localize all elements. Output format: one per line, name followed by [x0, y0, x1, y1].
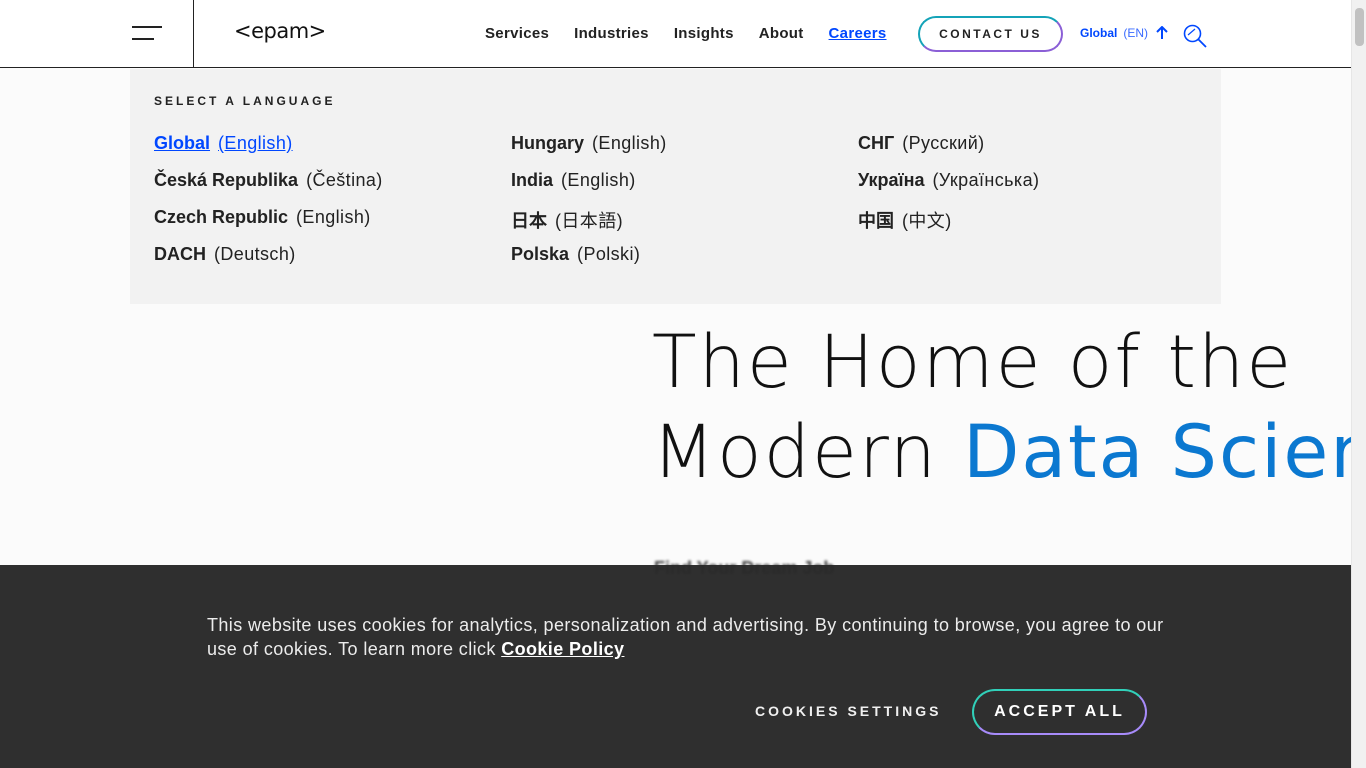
language-selector[interactable]: Global (EN) [1080, 26, 1168, 40]
hero-line-2: Modern Data Scien [652, 408, 1351, 498]
language-option-czech-republic[interactable]: Czech Republic (English) [154, 207, 383, 244]
language-option-india[interactable]: India (English) [511, 170, 667, 207]
language-option-dach[interactable]: DACH (Deutsch) [154, 244, 383, 281]
cookie-message: This website uses cookies for analytics,… [207, 615, 1164, 659]
contact-us-button[interactable]: CONTACT US [918, 16, 1063, 52]
page-scrollbar[interactable] [1351, 0, 1366, 768]
nav-services[interactable]: Services [485, 25, 549, 42]
hero-line-1: The Home of the [652, 320, 1294, 405]
hamburger-icon [132, 38, 154, 40]
cookie-banner: This website uses cookies for analytics,… [0, 565, 1351, 768]
language-panel-title: SELECT A LANGUAGE [154, 94, 336, 108]
language-column: СНГ (Русский) Україна (Українська) 中国 (中文) [858, 133, 1039, 244]
scrollbar-thumb[interactable] [1355, 8, 1364, 46]
cookie-policy-link[interactable]: Cookie Policy [501, 639, 624, 659]
hero-headline: The Home of the Modern Data Scien [652, 318, 1351, 498]
language-option-ukraine[interactable]: Україна (Українська) [858, 170, 1039, 207]
language-column: Hungary (English) India (English) 日本 (日本語) … [511, 133, 667, 281]
nav-insights[interactable]: Insights [674, 25, 734, 42]
nav-industries[interactable]: Industries [574, 25, 649, 42]
language-option-china[interactable]: 中国 (中文) [858, 207, 1039, 244]
main-nav: Services Industries Insights About Caree… [485, 25, 912, 42]
accept-all-button[interactable]: ACCEPT ALL [972, 689, 1147, 735]
search-icon[interactable] [1182, 23, 1208, 49]
nav-about[interactable]: About [759, 25, 804, 42]
language-option-japan[interactable]: 日本 (日本語) [511, 207, 667, 244]
language-panel: SELECT A LANGUAGE Global (English) Česká … [130, 69, 1221, 304]
cookies-settings-button[interactable]: COOKIES SETTINGS [755, 703, 941, 719]
nav-careers[interactable]: Careers [829, 25, 887, 42]
arrow-up-icon [1156, 26, 1168, 39]
language-option-cis[interactable]: СНГ (Русский) [858, 133, 1039, 170]
language-column: Global (English) Česká Republika (Čeština)… [154, 133, 383, 281]
language-option-global[interactable]: Global (English) [154, 133, 383, 170]
menu-button[interactable] [0, 0, 194, 67]
language-option-polska[interactable]: Polska (Polski) [511, 244, 667, 281]
hero-accent-text: Data Scien [963, 410, 1351, 495]
language-option-ceska-republika[interactable]: Česká Republika (Čeština) [154, 170, 383, 207]
language-region: Global [1080, 26, 1118, 40]
epam-logo[interactable]: <epam> [234, 19, 326, 43]
site-header: <epam> Services Industries Insights Abou… [0, 0, 1351, 68]
language-code: (EN) [1123, 26, 1149, 40]
hamburger-icon [132, 26, 162, 28]
language-option-hungary[interactable]: Hungary (English) [511, 133, 667, 170]
